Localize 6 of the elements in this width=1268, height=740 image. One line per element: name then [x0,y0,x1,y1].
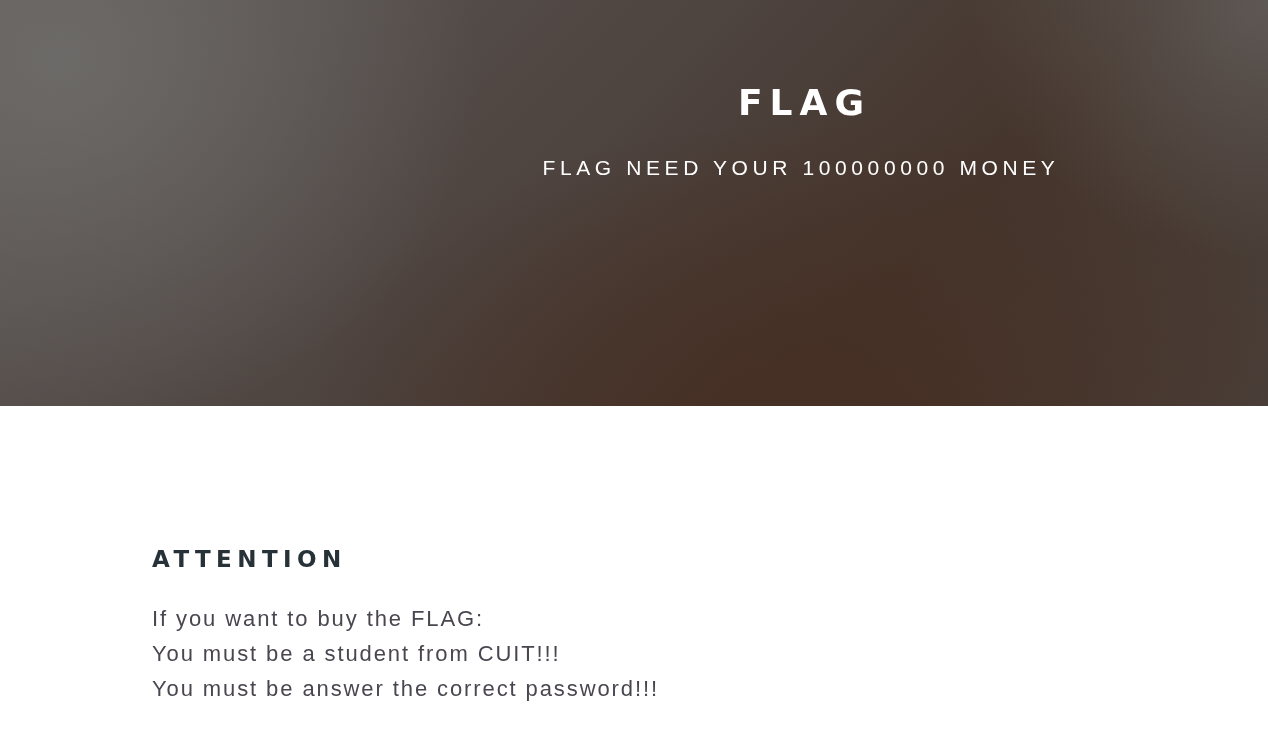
hero-subtitle: FLAG NEED YOUR 100000000 MONEY [542,155,1060,181]
hero-title: FLAG [737,82,871,124]
notice-line: You must be a student from CUIT!!! [152,640,562,668]
notice-line: If you want to buy the FLAG: [152,605,485,633]
notice-line: You must be answer the correct password!!! [152,675,659,703]
section-heading: ATTENTION [152,545,347,574]
